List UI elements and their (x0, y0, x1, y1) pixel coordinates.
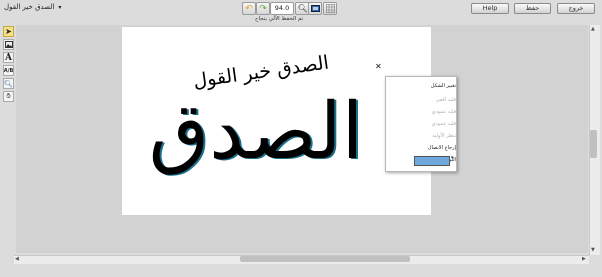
menu-item-priority[interactable]: تنظر الأوليه (396, 133, 456, 139)
menu-item-change-shape[interactable]: تغيير الشكل (396, 83, 456, 89)
color-picker[interactable] (414, 156, 450, 166)
pointer-tool[interactable]: ➤ (3, 26, 14, 37)
document-title[interactable]: الصدق خير القول ▾ (4, 3, 61, 11)
text-format-tool[interactable]: A/B (3, 65, 14, 76)
grid-icon (325, 4, 335, 13)
zoom-tool[interactable]: 🔍︎ (3, 78, 14, 89)
horizontal-scroll-thumb[interactable] (240, 256, 410, 262)
zoom-tool-icon: 🔍︎ (4, 79, 13, 88)
text-tool-icon: A (5, 52, 12, 63)
undo-button[interactable]: ↶ (242, 2, 256, 15)
image-tool-icon (4, 41, 13, 48)
save-button[interactable]: حفظ (514, 3, 551, 14)
scroll-right-icon[interactable]: ▶ (582, 256, 586, 262)
help-button[interactable]: Help (471, 3, 509, 14)
menu-item-restore-connection[interactable]: إرجاع الاتصال (396, 145, 456, 151)
pan-tool[interactable]: ✋︎ (3, 91, 14, 102)
zoom-input[interactable]: 94.0 (270, 2, 294, 15)
exit-button[interactable]: خروج (557, 3, 595, 14)
chevron-down-icon[interactable]: ▾ (451, 155, 454, 161)
text-tool[interactable]: A (3, 52, 14, 63)
pointer-icon: ➤ (5, 27, 12, 36)
image-tool[interactable] (3, 39, 14, 50)
scroll-up-icon[interactable]: ▲ (591, 26, 595, 32)
zoom-value: 94.0 (274, 4, 290, 12)
vertical-scroll-thumb[interactable] (590, 130, 597, 158)
redo-button[interactable]: ↷ (256, 2, 270, 15)
image-button[interactable] (308, 2, 322, 15)
menu-item-flip-horizontal[interactable]: قلبه أفقي (396, 97, 456, 103)
autosave-status: تم الحفظ الآلي بنجاح (255, 16, 304, 22)
text-format-icon: A/B (3, 67, 14, 74)
magnifier-icon: 🔍︎ (297, 4, 308, 13)
scroll-down-icon[interactable]: ▼ (591, 247, 595, 253)
undo-icon: ↶ (245, 3, 253, 14)
hand-icon: ✋︎ (6, 92, 11, 100)
large-calligraphy[interactable]: الصدق (122, 67, 390, 197)
close-icon[interactable]: ✕ (375, 62, 382, 71)
chevron-down-icon[interactable]: ▾ (58, 4, 61, 11)
image-icon (310, 5, 320, 12)
menu-item-flip-vertical[interactable]: قلبه عمودي (396, 109, 456, 115)
scroll-left-icon[interactable]: ◀ (15, 256, 19, 262)
redo-icon: ↷ (259, 3, 267, 14)
grid-button[interactable] (323, 2, 337, 15)
menu-item-flip-vertical-2[interactable]: قلبه عمودي (396, 121, 456, 127)
title-text: الصدق خير القول (4, 3, 55, 11)
